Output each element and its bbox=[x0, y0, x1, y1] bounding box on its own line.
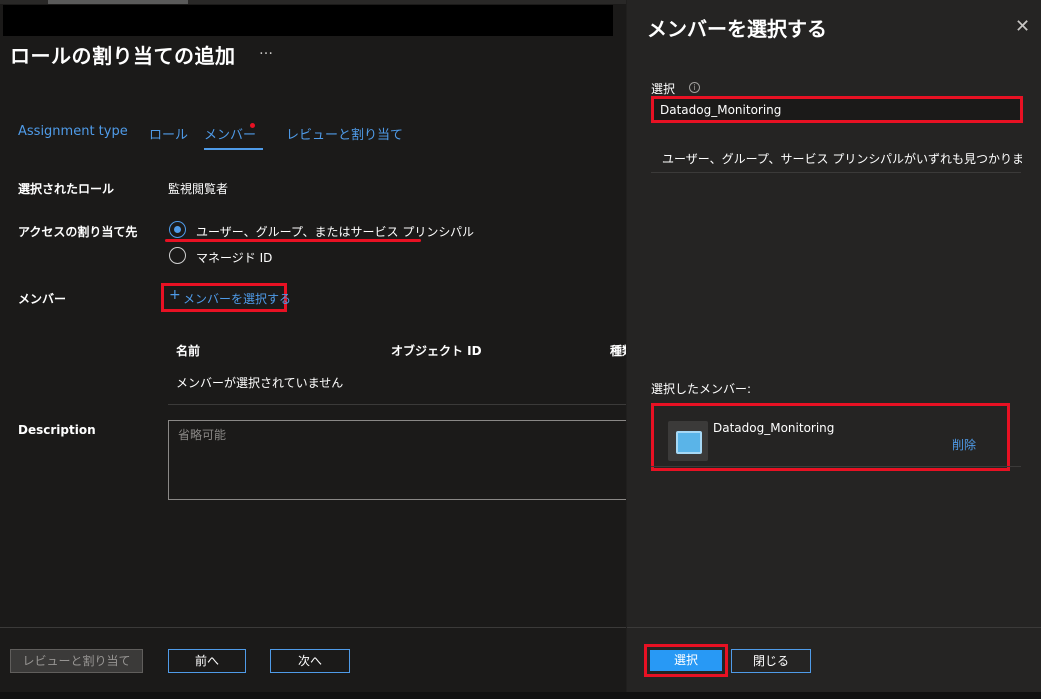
top-bar-accent bbox=[48, 0, 188, 4]
active-tab-underline bbox=[204, 148, 263, 150]
footer-divider bbox=[0, 627, 626, 628]
remove-member-link[interactable]: 削除 bbox=[952, 436, 976, 453]
ellipsis-icon[interactable]: … bbox=[259, 42, 273, 58]
selected-member-name: Datadog_Monitoring bbox=[713, 421, 835, 435]
assign-access-label: アクセスの割り当て先 bbox=[18, 225, 138, 239]
next-button[interactable]: 次へ bbox=[270, 649, 350, 673]
selected-members-label: 選択したメンバー: bbox=[651, 382, 752, 396]
column-header-object-id: オブジェクト ID bbox=[391, 344, 482, 358]
column-header-name: 名前 bbox=[176, 344, 201, 358]
panel-footer-divider bbox=[627, 627, 1041, 628]
selected-divider bbox=[651, 466, 1021, 467]
panel-title: メンバーを選択する bbox=[647, 17, 827, 41]
select-button[interactable]: 選択 bbox=[650, 650, 722, 671]
bottom-strip bbox=[0, 692, 1041, 699]
member-search-input[interactable] bbox=[660, 101, 1010, 119]
tab-role[interactable]: ロール bbox=[149, 124, 188, 143]
selected-role-value: 監視閲覧者 bbox=[168, 182, 229, 196]
member-search-box[interactable] bbox=[651, 96, 1023, 123]
no-results-text: ユーザー、グループ、サービス プリンシパルがいずれも見つかりませんでし… bbox=[662, 152, 1022, 166]
results-divider bbox=[651, 172, 1021, 173]
description-placeholder: 省略可能 bbox=[178, 428, 227, 442]
select-label: 選択 bbox=[651, 82, 676, 96]
select-members-panel: メンバーを選択する ✕ 選択 i ユーザー、グループ、サービス プリンシパルがい… bbox=[626, 0, 1041, 692]
radio-user-group-sp[interactable] bbox=[169, 221, 186, 238]
empty-members-text: メンバーが選択されていません bbox=[176, 376, 344, 390]
members-label: メンバー bbox=[18, 292, 67, 306]
radio-user-group-sp-label[interactable]: ユーザー、グループ、またはサービス プリンシパル bbox=[196, 223, 474, 240]
radio-managed-id[interactable] bbox=[169, 247, 186, 264]
add-member-button[interactable]: + メンバーを選択する bbox=[161, 283, 291, 312]
tab-assignment-type[interactable]: Assignment type bbox=[18, 124, 128, 139]
role-assignment-blade: ロールの割り当ての追加 … Assignment type ロール メンバー レ… bbox=[0, 0, 638, 699]
select-button-highlight: 選択 bbox=[644, 644, 728, 677]
description-field[interactable]: 省略可能 bbox=[168, 420, 638, 500]
description-label: Description bbox=[18, 423, 96, 437]
page-title: ロールの割り当ての追加 bbox=[10, 44, 236, 68]
review-assign-button[interactable]: レビューと割り当て bbox=[10, 649, 143, 673]
highlight-underline bbox=[165, 239, 421, 242]
redacted-breadcrumb bbox=[3, 5, 613, 36]
selected-role-label: 選択されたロール bbox=[18, 182, 115, 196]
tab-members[interactable]: メンバー bbox=[204, 124, 256, 143]
previous-button[interactable]: 前へ bbox=[168, 649, 246, 673]
selected-member-item: Datadog_Monitoring 削除 bbox=[651, 403, 1010, 471]
table-divider bbox=[168, 404, 626, 405]
app-icon bbox=[668, 421, 708, 461]
radio-managed-id-label[interactable]: マネージド ID bbox=[196, 249, 272, 266]
add-member-label: メンバーを選択する bbox=[183, 292, 292, 306]
close-icon[interactable]: ✕ bbox=[1015, 16, 1030, 37]
tab-review-assign[interactable]: レビューと割り当て bbox=[286, 124, 403, 143]
plus-icon: + bbox=[169, 287, 181, 303]
required-dot bbox=[250, 123, 255, 128]
info-icon[interactable]: i bbox=[689, 82, 700, 93]
close-button[interactable]: 閉じる bbox=[731, 649, 811, 673]
